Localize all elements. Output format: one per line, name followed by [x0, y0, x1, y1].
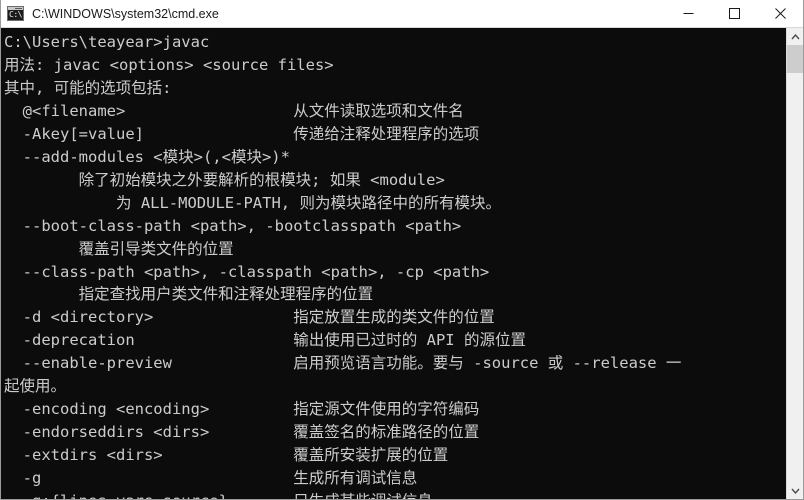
- minimize-button[interactable]: [665, 0, 711, 27]
- close-icon: [774, 8, 786, 19]
- window-title: C:\WINDOWS\system32\cmd.exe: [32, 6, 219, 21]
- vertical-scrollbar[interactable]: [786, 28, 803, 499]
- minimize-icon: [683, 13, 693, 14]
- scrollbar-thumb[interactable]: [787, 45, 803, 73]
- title-bar-left: C:\. C:\WINDOWS\system32\cmd.exe: [1, 6, 665, 21]
- cmd-icon-glyph: C:\.: [9, 10, 23, 19]
- cmd-console-icon: C:\.: [7, 6, 24, 21]
- window-body: C:\Users\teayear>javac 用法: javac <option…: [1, 28, 803, 499]
- console-text: C:\Users\teayear>javac 用法: javac <option…: [4, 33, 682, 499]
- scroll-up-button[interactable]: [787, 28, 803, 45]
- chevron-down-icon: [790, 488, 800, 494]
- scroll-down-button[interactable]: [787, 482, 803, 499]
- window-controls: [665, 0, 803, 27]
- chevron-up-icon: [790, 33, 800, 39]
- title-bar[interactable]: C:\. C:\WINDOWS\system32\cmd.exe: [1, 0, 803, 28]
- scrollbar-track[interactable]: [787, 45, 803, 482]
- close-button[interactable]: [757, 0, 803, 27]
- maximize-button[interactable]: [711, 0, 757, 27]
- cmd-window: C:\. C:\WINDOWS\system32\cmd.exe: [0, 0, 804, 500]
- console-output-area[interactable]: C:\Users\teayear>javac 用法: javac <option…: [1, 28, 786, 499]
- maximize-icon: [728, 8, 740, 19]
